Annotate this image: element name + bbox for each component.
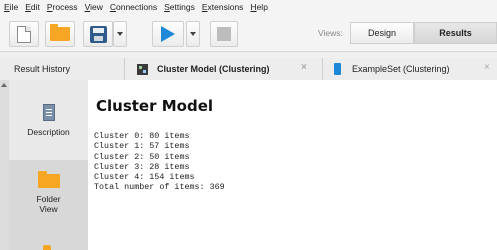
cluster-model-icon <box>137 63 148 75</box>
save-process-button[interactable] <box>83 21 113 47</box>
chevron-down-icon <box>190 32 196 36</box>
page-title: Cluster Model <box>96 97 214 115</box>
total-items-line: Total number of items: 369 <box>94 182 225 193</box>
menu-help[interactable]: Help <box>250 2 267 12</box>
sidebar-item-description-label: Description <box>27 127 70 137</box>
tab-cluster-model[interactable]: Cluster Model (Clustering) × <box>125 58 323 80</box>
menu-extensions[interactable]: Extensions <box>202 2 244 12</box>
exampleset-table-icon <box>334 63 341 75</box>
tab-result-history-label: Result History <box>14 64 71 74</box>
menu-file-label: ile <box>9 2 19 12</box>
stop-icon <box>217 27 231 41</box>
tab-exampleset[interactable]: ExampleSet (Clustering) × <box>323 58 497 80</box>
stop-process-button[interactable] <box>210 21 238 47</box>
cluster-summary-text: Cluster 0: 80 items Cluster 1: 57 items Cl… <box>94 131 225 193</box>
menu-settings-label: ettings <box>169 2 195 12</box>
sidebar-item-folder-view-label-2: View <box>39 204 58 214</box>
open-folder-icon <box>50 24 70 41</box>
visualization-sidebar: Description Folder View <box>0 80 88 250</box>
design-view-button[interactable]: Design <box>350 22 414 44</box>
close-icon[interactable]: × <box>301 62 307 73</box>
save-options-dropdown[interactable] <box>113 21 127 47</box>
menu-bar: Eile Edit Process View Connections Setti… <box>0 0 497 14</box>
cluster-line: Cluster 3: 28 items <box>94 161 190 172</box>
cluster-line: Cluster 0: 80 items <box>94 131 190 141</box>
save-icon <box>89 25 107 43</box>
menu-connections-label: onnections <box>116 2 158 12</box>
description-icon <box>42 104 55 121</box>
menu-view-label: iew <box>90 2 103 12</box>
chevron-down-icon <box>117 32 123 36</box>
menu-view[interactable]: View <box>85 2 103 12</box>
sidebar-scrollbar[interactable] <box>0 80 9 250</box>
sidebar-item-folder-view[interactable]: Folder View <box>9 160 88 240</box>
tab-cluster-model-label: Cluster Model (Clustering) <box>157 64 270 74</box>
result-tab-bar: Result History Cluster Model (Clustering… <box>0 58 497 80</box>
folder-icon <box>37 171 60 188</box>
menu-file[interactable]: Eile <box>4 2 18 12</box>
new-process-button[interactable] <box>9 21 39 47</box>
close-icon[interactable]: × <box>484 62 490 73</box>
sidebar-item-folder-view-label-1: Folder <box>36 194 61 204</box>
menu-edit-label: dit <box>30 2 40 12</box>
cluster-model-panel: Cluster Model Cluster 0: 80 items Cluster… <box>88 80 497 250</box>
menu-extensions-label: xtensions <box>207 2 244 12</box>
menu-process[interactable]: Process <box>47 2 78 12</box>
menu-help-label: elp <box>256 2 268 12</box>
menu-process-label: rocess <box>52 2 78 12</box>
menu-settings[interactable]: Settings <box>164 2 195 12</box>
menu-edit[interactable]: Edit <box>25 2 40 12</box>
run-icon <box>161 26 175 42</box>
new-process-icon <box>17 25 31 43</box>
cluster-line: Cluster 1: 57 items <box>94 141 190 152</box>
cluster-line: Cluster 4: 154 items <box>94 172 195 183</box>
results-view-button[interactable]: Results <box>414 22 497 44</box>
tab-result-history[interactable]: Result History <box>0 58 125 80</box>
tab-exampleset-label: ExampleSet (Clustering) <box>352 64 450 74</box>
sidebar-item-description[interactable]: Description <box>9 80 88 160</box>
open-process-button[interactable] <box>45 21 75 47</box>
run-process-button[interactable] <box>152 21 184 47</box>
cluster-line: Cluster 2: 50 items <box>94 151 190 162</box>
views-label: Views: <box>318 28 343 38</box>
scroll-up-arrow-icon[interactable] <box>1 83 7 87</box>
menu-connections[interactable]: Connections <box>110 2 157 12</box>
partial-visualization-icon[interactable] <box>43 245 51 250</box>
run-options-dropdown[interactable] <box>186 21 200 47</box>
